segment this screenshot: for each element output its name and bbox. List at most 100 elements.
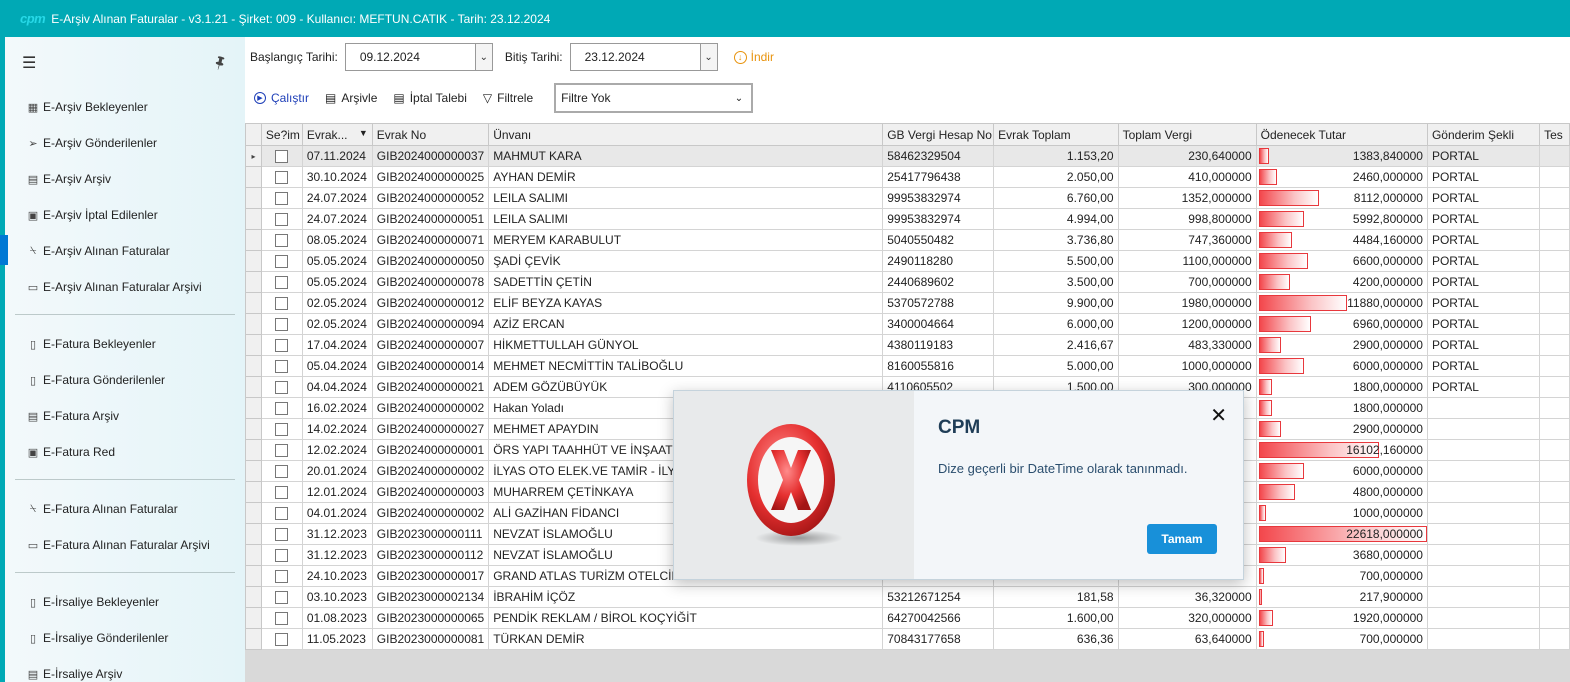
sidebar-item[interactable]: ⍀ E-Fatura Alınan Faturalar — [5, 491, 245, 527]
row-checkbox[interactable] — [275, 633, 289, 647]
row-checkbox[interactable] — [275, 570, 289, 584]
row-indicator[interactable] — [245, 502, 262, 524]
sidebar-item[interactable]: ▦ E-Arşiv Bekleyenler — [5, 89, 245, 125]
column-header[interactable]: Toplam Vergi — [1117, 123, 1257, 146]
row-checkbox-cell[interactable] — [260, 166, 303, 188]
row-indicator[interactable] — [245, 460, 262, 482]
row-checkbox-cell[interactable] — [260, 586, 303, 608]
row-checkbox-cell[interactable] — [260, 229, 303, 251]
row-checkbox-cell[interactable] — [260, 271, 303, 293]
sidebar-item[interactable]: ➢ E-Arşiv Gönderilenler — [5, 125, 245, 161]
table-row[interactable]: 11.05.2023 GIB2023000000081 TÜRKAN DEMİR 70… — [245, 628, 1570, 650]
row-indicator[interactable] — [245, 334, 262, 356]
table-row[interactable]: 02.05.2024 GIB2024000000094 AZİZ ERCAN 3400… — [245, 313, 1570, 335]
sidebar-item[interactable]: ▤ E-Fatura Arşiv — [5, 398, 245, 434]
row-checkbox-cell[interactable] — [260, 376, 303, 398]
row-indicator[interactable] — [245, 355, 262, 377]
row-checkbox-cell[interactable] — [260, 313, 303, 335]
row-indicator[interactable] — [245, 481, 262, 503]
end-date-picker[interactable]: 23.12.2024 ⌄ — [569, 43, 718, 71]
row-checkbox-cell[interactable] — [260, 565, 303, 587]
row-checkbox[interactable] — [275, 444, 289, 458]
table-row[interactable]: 30.10.2024 GIB2024000000025 AYHAN DEMİR 254… — [245, 166, 1570, 188]
row-checkbox[interactable] — [275, 591, 289, 605]
sidebar-item[interactable]: ▭ E-Arşiv Alınan Faturalar Arşivi — [5, 269, 245, 305]
row-indicator[interactable] — [245, 418, 262, 440]
table-row[interactable]: 05.05.2024 GIB2024000000050 ŞADİ ÇEVİK 2490… — [245, 250, 1570, 272]
close-icon[interactable]: ✕ — [1210, 403, 1227, 428]
row-checkbox[interactable] — [275, 423, 289, 437]
filter-select[interactable]: Filtre Yok ⌄ — [554, 83, 754, 113]
sidebar-item[interactable]: ⍀ E-Arşiv Alınan Faturalar — [0, 233, 245, 269]
row-indicator[interactable] — [245, 565, 262, 587]
row-checkbox[interactable] — [275, 486, 289, 500]
row-checkbox-cell[interactable] — [260, 460, 303, 482]
row-checkbox-cell[interactable] — [260, 628, 303, 650]
column-header[interactable]: Ödenecek Tutar — [1255, 123, 1428, 146]
row-indicator[interactable] — [245, 313, 262, 335]
row-indicator[interactable] — [245, 586, 262, 608]
row-checkbox[interactable] — [275, 276, 289, 290]
sidebar-item[interactable]: ▯ E-İrsaliye Bekleyenler — [5, 584, 245, 620]
start-date-picker[interactable]: 09.12.2024 ⌄ — [344, 43, 493, 71]
column-header[interactable]: Evrak No — [371, 123, 490, 146]
row-checkbox[interactable] — [275, 297, 289, 311]
row-checkbox[interactable] — [275, 612, 289, 626]
row-checkbox-cell[interactable] — [260, 607, 303, 629]
row-indicator[interactable] — [245, 523, 262, 545]
sidebar-item[interactable]: ▤ E-Arşiv Arşiv — [5, 161, 245, 197]
row-checkbox-cell[interactable] — [260, 397, 303, 419]
row-checkbox-cell[interactable] — [260, 250, 303, 272]
row-checkbox-cell[interactable] — [260, 292, 303, 314]
row-checkbox-cell[interactable] — [260, 334, 303, 356]
row-indicator[interactable] — [245, 208, 262, 230]
row-checkbox-cell[interactable] — [260, 355, 303, 377]
row-checkbox[interactable] — [275, 381, 289, 395]
table-row[interactable]: 02.05.2024 GIB2024000000012 ELİF BEYZA KAY… — [245, 292, 1570, 314]
table-row[interactable]: 01.08.2023 GIB2023000000065 PENDİK REKLAM … — [245, 607, 1570, 629]
row-indicator[interactable] — [245, 292, 262, 314]
sidebar-item[interactable]: ▯ E-Fatura Bekleyenler — [5, 326, 245, 362]
download-button[interactable]: ↓ İndir — [733, 50, 774, 64]
table-row[interactable]: 24.07.2024 GIB2024000000051 LEILA SALIMI 99… — [245, 208, 1570, 230]
row-indicator[interactable] — [245, 250, 262, 272]
sidebar-item[interactable]: ▯ E-Fatura Gönderilenler — [5, 362, 245, 398]
row-checkbox[interactable] — [275, 318, 289, 332]
archive-button[interactable]: ▤ Arşivle — [325, 91, 377, 105]
row-indicator[interactable] — [245, 229, 262, 251]
row-indicator[interactable] — [245, 166, 262, 188]
table-row[interactable]: 08.05.2024 GIB2024000000071 MERYEM KARABUL… — [245, 229, 1570, 251]
row-checkbox[interactable] — [275, 213, 289, 227]
row-indicator[interactable]: ▸ — [245, 145, 262, 167]
row-checkbox[interactable] — [275, 150, 289, 164]
row-checkbox[interactable] — [275, 255, 289, 269]
row-checkbox-cell[interactable] — [260, 544, 303, 566]
table-row[interactable]: ▸ 07.11.2024 GIB2024000000037 MAHMUT KARA 58… — [245, 145, 1570, 167]
row-indicator[interactable] — [245, 439, 262, 461]
row-checkbox-cell[interactable] — [260, 208, 303, 230]
sidebar-item[interactable]: ▯ E-İrsaliye Gönderilenler — [5, 620, 245, 656]
column-header[interactable]: Evrak Toplam — [993, 123, 1119, 146]
run-button[interactable]: ▶ Çalıştır — [254, 91, 309, 105]
row-checkbox[interactable] — [275, 192, 289, 206]
chevron-down-icon[interactable]: ⌄ — [699, 44, 717, 70]
filter-button[interactable]: ▽ Filtrele — [483, 91, 533, 105]
cancel-request-button[interactable]: ▤ İptal Talebi — [393, 91, 467, 105]
chevron-down-icon[interactable]: ⌄ — [474, 44, 492, 70]
column-header[interactable]: Se?im — [260, 123, 303, 146]
table-row[interactable]: 05.04.2024 GIB2024000000014 MEHMET NECMİTT… — [245, 355, 1570, 377]
row-indicator[interactable] — [245, 376, 262, 398]
column-header[interactable]: GB Vergi Hesap No — [882, 123, 995, 146]
row-checkbox-cell[interactable] — [260, 418, 303, 440]
row-indicator[interactable] — [245, 187, 262, 209]
row-checkbox[interactable] — [275, 528, 289, 542]
row-checkbox-cell[interactable] — [260, 502, 303, 524]
sidebar-item[interactable]: ▣ E-Arşiv İptal Edilenler — [5, 197, 245, 233]
row-indicator[interactable] — [245, 544, 262, 566]
row-indicator[interactable] — [245, 397, 262, 419]
row-indicator[interactable] — [245, 607, 262, 629]
row-checkbox[interactable] — [275, 549, 289, 563]
table-row[interactable]: 03.10.2023 GIB2023000002134 İBRAHİM İÇÖZ 53… — [245, 586, 1570, 608]
row-checkbox-cell[interactable] — [260, 187, 303, 209]
row-checkbox[interactable] — [275, 339, 289, 353]
